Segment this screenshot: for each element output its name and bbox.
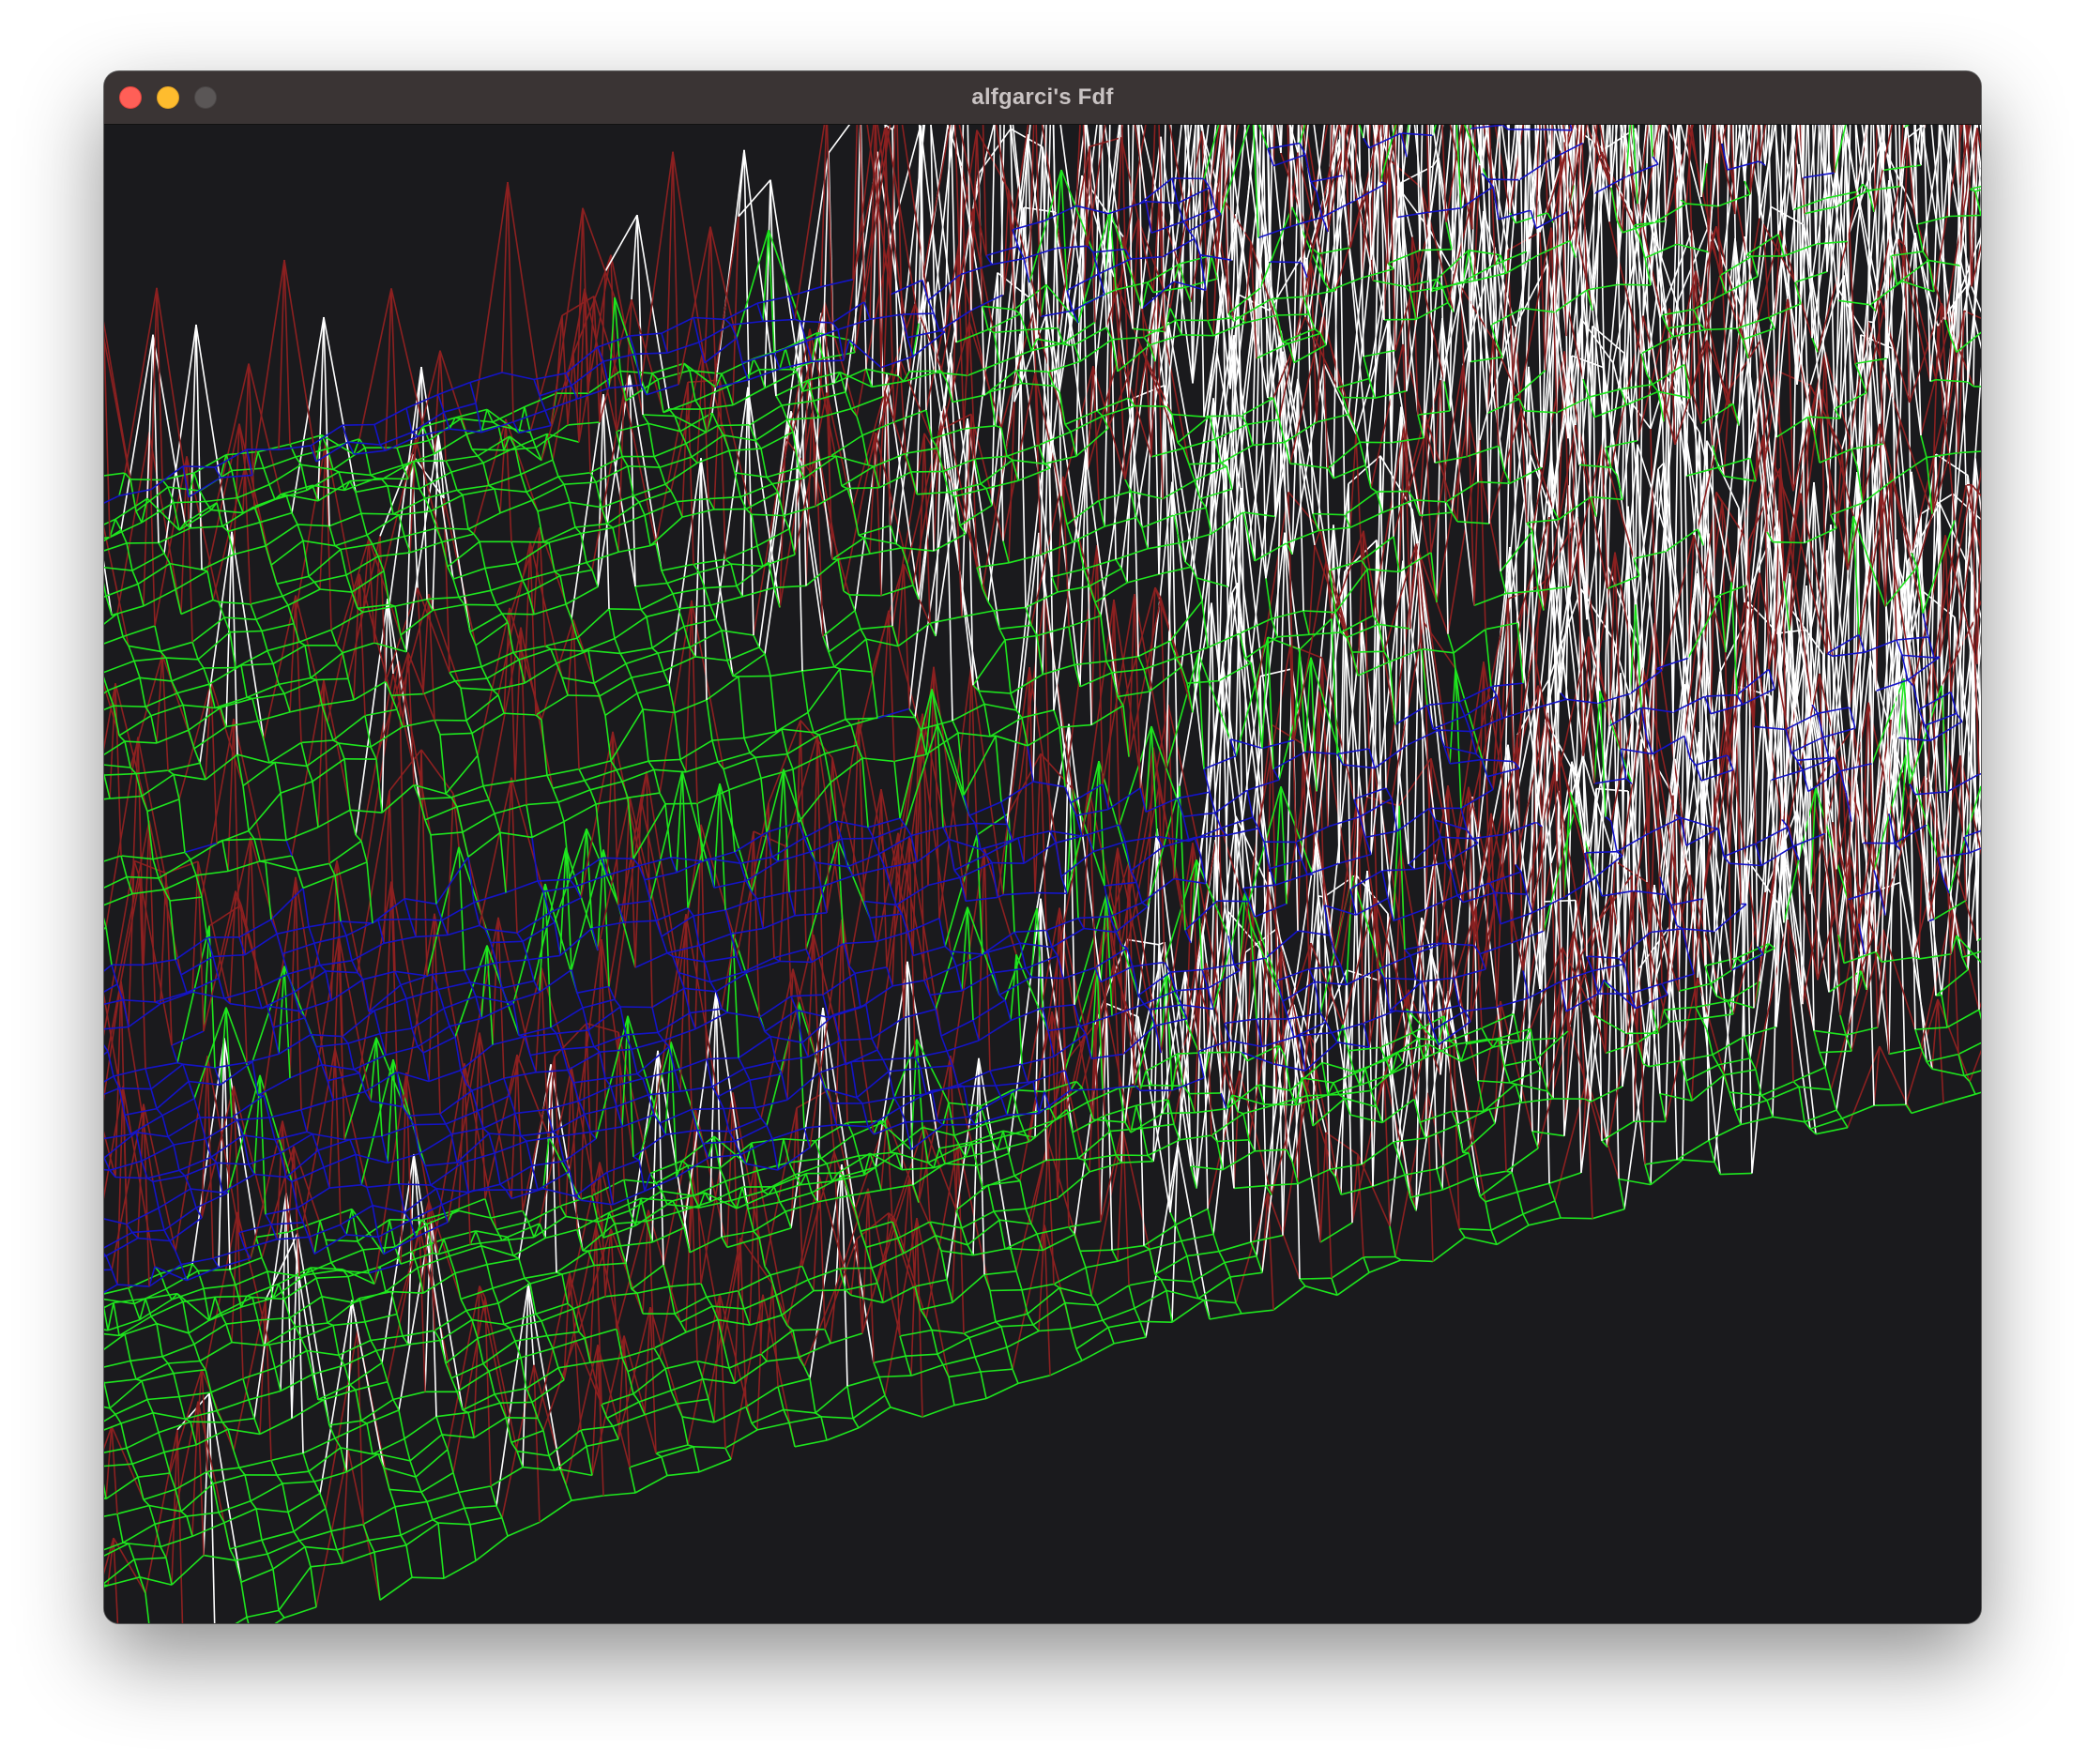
wireframe-render (104, 125, 1981, 1623)
close-button[interactable] (119, 86, 142, 109)
window-title: alfgarci's Fdf (971, 84, 1114, 110)
zoom-button[interactable] (194, 86, 217, 109)
title-bar[interactable]: alfgarci's Fdf (104, 71, 1981, 125)
app-window: alfgarci's Fdf (104, 71, 1981, 1623)
wireframe-mesh (104, 125, 1981, 1623)
fdf-canvas[interactable] (104, 125, 1981, 1623)
minimize-button[interactable] (157, 86, 179, 109)
